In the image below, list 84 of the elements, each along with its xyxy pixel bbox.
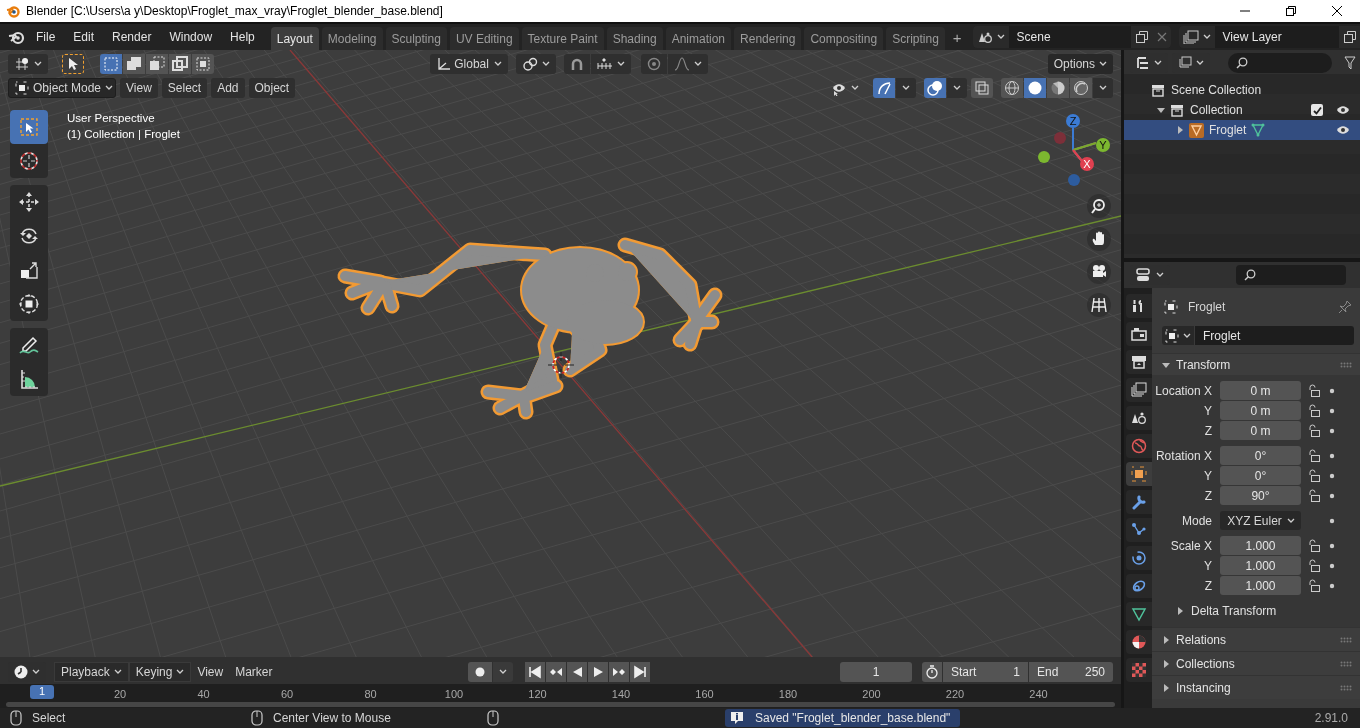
outliner-item-label: Froglet [1209,123,1247,137]
number-field[interactable]: 0° [1220,446,1301,465]
menu-item[interactable]: File [28,27,64,47]
workspace-tab[interactable]: Modeling [321,27,383,50]
number-field[interactable]: 0 m [1220,401,1301,420]
workspace-tab[interactable]: Texture Paint [521,27,604,50]
object-name-field[interactable]: Froglet [1195,326,1354,345]
menu-item[interactable]: Edit [65,27,103,47]
timeline-menu[interactable]: Marker [229,662,279,682]
current-frame-field[interactable]: 1 [840,662,912,682]
workspace-tab[interactable]: Animation [665,27,732,50]
frame-tick-label: 60 [280,688,294,700]
menu-item[interactable]: Help [222,27,263,47]
mode-dropdown[interactable]: Object Mode [8,78,116,98]
menu-item[interactable]: Render [104,27,160,47]
frame-tick-label: 120 [528,688,547,700]
field-label: Z [1203,578,1213,593]
header-menu[interactable]: Object [248,78,296,98]
outliner-row[interactable]: Scene Collection [1124,80,1360,100]
field-label: Y [1203,468,1213,483]
orientation-dropdown[interactable]: Global [429,54,508,74]
frame-tick-label: 220 [945,688,965,700]
subpanel-title[interactable]: Delta Transform [1191,604,1277,618]
header-menu[interactable]: Add [211,78,245,98]
number-field[interactable]: 90° [1220,486,1301,505]
header-menu[interactable]: Select [161,78,208,98]
number-field[interactable]: 0 m [1220,421,1301,440]
field-label: Location X [1154,383,1213,398]
workspace-tab[interactable]: Rendering [734,27,802,50]
frame-tick-label: 40 [197,688,210,700]
outliner-row[interactable]: Collection [1124,100,1360,120]
field-label: Z [1203,423,1213,438]
hint-text: Center View to Mouse [273,711,391,725]
frame-tick-label: 100 [444,688,464,700]
outliner-row[interactable]: Froglet [1124,120,1360,140]
info-message[interactable]: Saved "Froglet_blender_base.blend" [725,709,961,727]
field-label: Mode [1180,513,1213,528]
navigation-gizmo-drawing[interactable]: Z Y X [1032,110,1112,192]
options-dropdown[interactable]: Options [1047,54,1113,74]
frame-tick-label: 140 [611,688,631,700]
window-title: Blender [C:\Users\a y\Desktop\Froglet_max_vray\Froglet_blender_base.blend] [26,4,443,18]
timeline-menu[interactable]: Playback [54,662,129,682]
frame-tick-label: 80 [364,688,377,700]
timeline-menu[interactable]: View [191,662,230,682]
version-text: 2.91.0 [1314,711,1348,725]
viewport-info-text: (1) Collection | Froglet [67,128,180,140]
start-frame-field[interactable]: Start 1 [943,662,1028,682]
panel-title: Relations [1176,632,1227,647]
add-workspace-button[interactable]: + [947,27,967,47]
workspace-tab[interactable]: Compositing [804,27,884,50]
rotation-mode-dropdown[interactable]: XYZ Euler [1220,511,1301,530]
frame-tick-label: 240 [1029,688,1048,700]
outliner-item-label: Collection [1190,103,1243,117]
field-label: Y [1203,403,1213,418]
frame-tick-label: 160 [695,688,714,700]
number-field[interactable]: 0° [1220,466,1301,485]
number-field[interactable]: 1.000 [1220,576,1301,595]
panel-title: Instancing [1176,680,1231,695]
frame-tick-label: 200 [862,688,881,700]
number-field[interactable]: 1.000 [1220,536,1301,555]
panel-title: Collections [1176,656,1235,671]
viewport-info-text: User Perspective [67,112,156,124]
field-label: Z [1203,488,1213,503]
workspace-tab[interactable]: Layout [270,27,319,50]
playhead-frame[interactable]: 1 [30,685,54,699]
panel-title: Transform [1176,357,1231,372]
field-label: Rotation X [1154,448,1213,463]
timeline-menu[interactable]: Keying [128,662,192,682]
number-field[interactable]: 0 m [1220,381,1301,400]
workspace-tab[interactable]: Shading [606,27,663,50]
field-label: Scale X [1169,538,1213,553]
workspace-tab[interactable]: UV Editing [449,27,519,50]
outliner-item-label: Scene Collection [1171,83,1262,97]
context-object-name: Froglet [1188,300,1226,314]
workspace-tab[interactable]: Scripting [886,27,945,50]
number-field[interactable]: 1.000 [1220,556,1301,575]
hint-text: Select [32,711,66,725]
menu-item[interactable]: Window [161,27,221,47]
field-label: Y [1203,558,1213,573]
workspace-tab[interactable]: Sculpting [385,27,447,50]
frame-tick-label: 20 [113,688,127,700]
frame-tick-label: 180 [778,688,798,700]
end-frame-field[interactable]: End 250 [1029,662,1113,682]
header-menu[interactable]: View [120,78,158,98]
